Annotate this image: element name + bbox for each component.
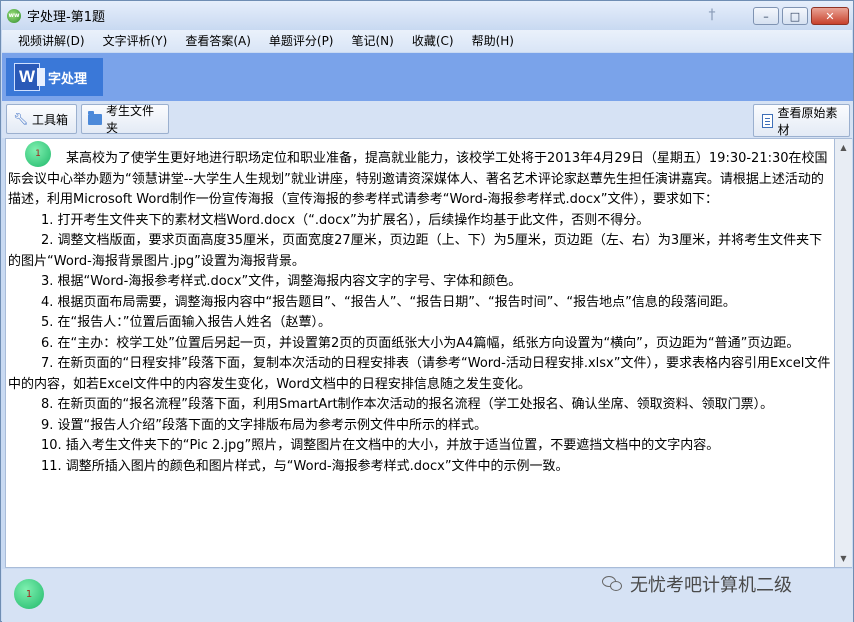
requirement-item: 6. 在“主办：校学工处”位置后另起一页，并设置第2页的页面纸张大小为A4篇幅，… bbox=[41, 335, 800, 351]
question-text: 某高校为了使学生更好地进行职场定位和职业准备，提高就业能力，该校学工处将于201… bbox=[8, 149, 834, 477]
requirement-item: 8. 在新页面的“报名流程”段落下面，利用SmartArt制作本次活动的报名流程… bbox=[41, 397, 774, 412]
watermark: 无忧考吧计算机二级 bbox=[602, 573, 792, 596]
requirement-item: 9. 设置“报告人介绍”段落下面的文字排版布局为参考示例文件中所示的样式。 bbox=[41, 417, 488, 433]
requirement-item: 5. 在“报告人：”位置后面输入报告人姓名（赵蕈）。 bbox=[41, 315, 332, 330]
requirement-item: 3. 根据“Word-海报参考样式.docx”文件，调整海报内容文字的字号、字体… bbox=[41, 274, 522, 289]
maximize-button[interactable]: □ bbox=[782, 7, 808, 25]
requirement-item: 7. 在新页面的“日程安排”段落下面，复制本次活动的日程安排表（请参考“Word… bbox=[8, 356, 831, 392]
module-banner: W 字处理 bbox=[2, 53, 853, 101]
watermark-text: 无忧考吧计算机二级 bbox=[630, 575, 792, 596]
close-button[interactable]: ✕ bbox=[811, 7, 849, 25]
document-icon bbox=[760, 113, 775, 129]
question-intro: 某高校为了使学生更好地进行职场定位和职业准备，提高就业能力，该校学工处将于201… bbox=[8, 151, 828, 207]
toolbar: 🔧︎ 工具箱 考生文件夹 查看原始素材 bbox=[2, 101, 853, 138]
menu-bar: 视频讲解(D) 文字评析(Y) 查看答案(A) 单题评分(P) 笔记(N) 收藏… bbox=[2, 30, 852, 52]
menu-text-analysis[interactable]: 文字评析(Y) bbox=[94, 30, 177, 52]
scroll-up-icon[interactable]: ▲ bbox=[835, 139, 852, 156]
requirement-item: 10. 插入考生文件夹下的“Pic 2.jpg”照片，调整图片在文档中的大小，并… bbox=[41, 438, 720, 453]
toolbox-label: 工具箱 bbox=[32, 112, 69, 127]
app-icon: ww bbox=[7, 8, 21, 23]
menu-help[interactable]: 帮助(H) bbox=[463, 30, 523, 52]
word-processing-tab[interactable]: W 字处理 bbox=[6, 58, 103, 96]
window-title: 字处理-第1题 bbox=[27, 10, 105, 25]
requirement-item: 4. 根据页面布局需要，调整海报内容中“报告题目”、“报告人”、“报告日期”、“… bbox=[41, 294, 736, 310]
menu-notes[interactable]: 笔记(N) bbox=[343, 30, 403, 52]
word-icon: W bbox=[14, 63, 45, 91]
wrench-icon: 🔧︎ bbox=[13, 112, 29, 126]
folder-icon bbox=[88, 110, 103, 127]
status-area: 1 无忧考吧计算机二级 bbox=[2, 569, 853, 622]
menu-view-answer[interactable]: 查看答案(A) bbox=[176, 30, 260, 52]
candidate-folder-button[interactable]: 考生文件夹 bbox=[81, 104, 169, 135]
requirement-item: 2. 调整文档版面，要求页面高度35厘米，页面宽度27厘米，页边距（上、下）为5… bbox=[8, 233, 823, 269]
menu-favorites[interactable]: 收藏(C) bbox=[403, 30, 463, 52]
menu-single-score[interactable]: 单题评分(P) bbox=[260, 30, 343, 52]
wechat-icon bbox=[602, 575, 624, 593]
question-content[interactable]: 1 某高校为了使学生更好地进行职场定位和职业准备，提高就业能力，该校学工处将于2… bbox=[5, 138, 835, 568]
requirement-item: 1. 打开考生文件夹下的素材文档Word.docx（“.docx”为扩展名），后… bbox=[41, 212, 650, 228]
minimize-button[interactable]: – bbox=[753, 7, 779, 25]
word-processing-label: 字处理 bbox=[48, 71, 88, 87]
app-window: ww 字处理-第1题 † – □ ✕ 视频讲解(D) 文字评析(Y) 查看答案(… bbox=[0, 0, 854, 622]
toolbox-button[interactable]: 🔧︎ 工具箱 bbox=[6, 104, 77, 134]
question-nav-badge[interactable]: 1 bbox=[14, 579, 44, 609]
scroll-down-icon[interactable]: ▼ bbox=[835, 550, 852, 567]
view-original-material-label: 查看原始素材 bbox=[777, 105, 838, 137]
vertical-scrollbar[interactable]: ▲ ▼ bbox=[835, 138, 852, 568]
requirement-item: 11. 调整所插入图片的颜色和图片样式，与“Word-海报参考样式.docx”文… bbox=[41, 458, 569, 474]
candidate-folder-label: 考生文件夹 bbox=[105, 104, 154, 135]
title-bar[interactable]: ww 字处理-第1题 † – □ ✕ bbox=[1, 1, 853, 30]
view-original-material-button[interactable]: 查看原始素材 bbox=[753, 104, 850, 137]
menu-video-explain[interactable]: 视频讲解(D) bbox=[2, 30, 94, 52]
pin-icon[interactable]: † bbox=[703, 7, 721, 25]
